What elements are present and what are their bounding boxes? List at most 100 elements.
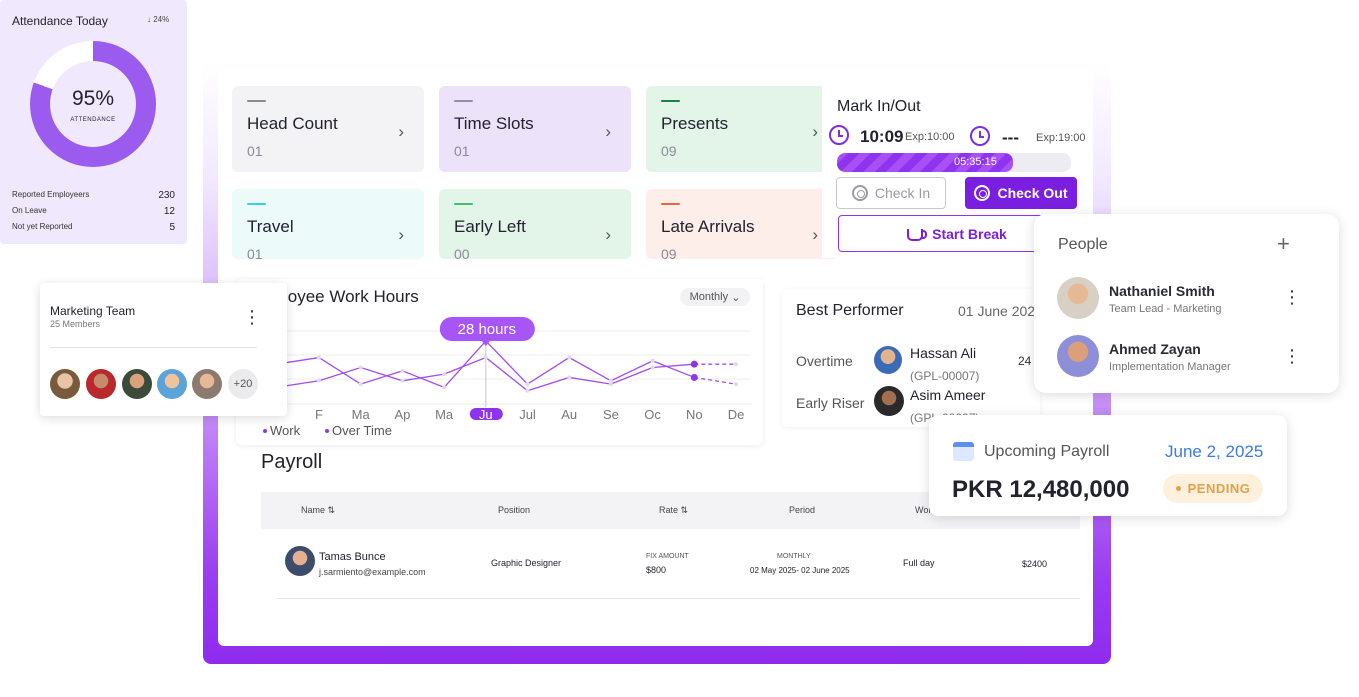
avatar <box>874 386 904 416</box>
tile-early-left[interactable]: Early Left 00 › <box>439 189 631 259</box>
tile-title: Head Count <box>247 114 338 133</box>
more-members-badge[interactable]: +20 <box>228 369 258 399</box>
divider <box>50 347 257 348</box>
column-rate[interactable]: Rate ⇅ <box>659 505 688 516</box>
member-avatar[interactable] <box>122 369 152 399</box>
member-avatar[interactable] <box>157 369 187 399</box>
data-point <box>734 362 738 367</box>
tile-value: 09 <box>661 143 677 159</box>
tile-accent <box>661 100 680 102</box>
performer-id: (GPL-00007) <box>910 369 980 383</box>
more-options-icon[interactable]: ⋮ <box>1283 347 1301 365</box>
tile-title: Early Left <box>454 217 526 236</box>
x-tick-label: F <box>315 407 323 422</box>
calendar-icon <box>953 442 974 461</box>
series-forecast-line <box>694 376 737 385</box>
attendance-row: Reported Employeers 230 <box>12 190 175 201</box>
check-in-expected: Exp:10:00 <box>905 131 955 143</box>
data-point <box>317 378 321 383</box>
person-role: Team Lead - Marketing <box>1109 303 1222 315</box>
team-name: Marketing Team <box>50 304 136 318</box>
tile-title: Travel <box>247 217 294 236</box>
status-badge: PENDING <box>1163 474 1263 503</box>
member-avatar[interactable] <box>50 369 80 399</box>
tile-time-slots[interactable]: Time Slots 01 › <box>439 86 631 172</box>
tile-value: 09 <box>661 246 677 259</box>
performer-value: 24 <box>1018 354 1032 368</box>
column-name[interactable]: Name ⇅ <box>301 505 335 516</box>
avatar <box>285 546 315 576</box>
upcoming-payroll-title: Upcoming Payroll <box>984 443 1110 460</box>
check-out-button[interactable]: Check Out <box>965 177 1077 209</box>
people-card: People + Nathaniel Smith Team Lead - Mar… <box>1034 214 1339 393</box>
data-point <box>358 382 363 387</box>
x-tick-label: Oc <box>644 407 661 422</box>
chevron-right-icon: › <box>398 225 404 244</box>
fingerprint-icon <box>851 185 868 201</box>
more-options-icon[interactable]: ⋮ <box>243 308 261 326</box>
attendance-card: Attendance Today ↓ 24% 95% ATTENDANCE Re… <box>0 0 187 244</box>
avatar[interactable] <box>1057 335 1099 377</box>
attendance-percent-label: ATTENDANCE <box>70 117 116 123</box>
rate-value: $800 <box>646 565 667 575</box>
tile-accent <box>454 203 473 205</box>
chevron-right-icon: › <box>605 225 611 244</box>
tile-accent <box>247 203 266 205</box>
payroll-title: Payroll <box>261 451 323 473</box>
chevron-right-icon: › <box>398 122 404 141</box>
data-point <box>442 372 447 377</box>
work-hours-chart: 28 hours F Ma Ap Ma Ju Jul Au Se Oc No De <box>275 317 751 422</box>
avatar[interactable] <box>1057 277 1099 319</box>
attendance-row: Not yet Reported 5 <box>12 222 175 233</box>
work-value: Full day <box>903 558 935 568</box>
divider <box>277 598 1080 599</box>
x-tick-label: Ju <box>479 407 493 422</box>
data-point <box>734 382 738 387</box>
x-tick-label: No <box>686 407 703 422</box>
performer-name: Asim Ameer <box>910 387 986 403</box>
tile-head-count[interactable]: Head Count 01 › <box>232 86 424 172</box>
best-performer-title: Best Performer <box>796 302 904 319</box>
check-in-button[interactable]: Check In <box>836 177 946 209</box>
data-point <box>608 378 613 383</box>
work-progress-bar: 05:35:15 <box>837 153 1071 172</box>
tile-title: Late Arrivals <box>661 217 755 236</box>
upcoming-payroll-card: Upcoming Payroll June 2, 2025 PKR 12,480… <box>929 415 1287 516</box>
member-avatar[interactable] <box>192 369 222 399</box>
more-options-icon[interactable]: ⋮ <box>1283 288 1301 306</box>
best-performer-card: Best Performer 01 June 2025 Overtime Has… <box>782 289 1040 427</box>
tile-presents[interactable]: Presents 09 › <box>646 86 838 172</box>
member-avatar[interactable] <box>86 369 116 399</box>
best-performer-date: 01 June 2025 <box>958 303 1040 319</box>
people-title: People <box>1058 236 1108 253</box>
tile-travel[interactable]: Travel 01 › <box>232 189 424 259</box>
add-person-icon[interactable]: + <box>1277 231 1290 257</box>
x-tick-label: Ma <box>352 407 371 422</box>
x-tick-label: De <box>728 407 745 422</box>
tile-value: 01 <box>247 143 263 159</box>
elapsed-time: 05:35:15 <box>954 156 997 168</box>
category-overtime: Overtime <box>796 353 853 369</box>
person-role: Implementation Manager <box>1109 361 1231 373</box>
tile-value: 01 <box>454 143 470 159</box>
data-point <box>400 378 405 383</box>
data-point <box>690 360 698 368</box>
check-in-time: 10:09 <box>860 127 904 146</box>
attendance-donut: 95% ATTENDANCE <box>30 41 156 167</box>
performer-name: Hassan Ali <box>910 345 977 361</box>
data-point <box>690 373 698 381</box>
series-line-over-time <box>275 340 695 389</box>
work-hours-chart-card: loyee Work Hours Monthly ⌄ 28 hours F Ma Ap… <box>236 279 763 445</box>
data-point <box>442 385 447 390</box>
person-name[interactable]: Ahmed Zayan <box>1109 341 1201 357</box>
period-label: MONTHLY <box>777 553 811 560</box>
series-line-work <box>275 356 695 392</box>
marketing-team-card: Marketing Team 25 Members ⋮ +20 <box>40 283 287 416</box>
tile-late-arrivals[interactable]: Late Arrivals 09 › <box>646 189 838 259</box>
legend-over-time: Over Time <box>325 423 392 438</box>
chevron-right-icon: › <box>812 225 818 244</box>
data-point <box>567 375 572 380</box>
person-name[interactable]: Nathaniel Smith <box>1109 283 1215 299</box>
check-in-label: Check In <box>874 185 931 201</box>
data-point <box>317 355 321 360</box>
